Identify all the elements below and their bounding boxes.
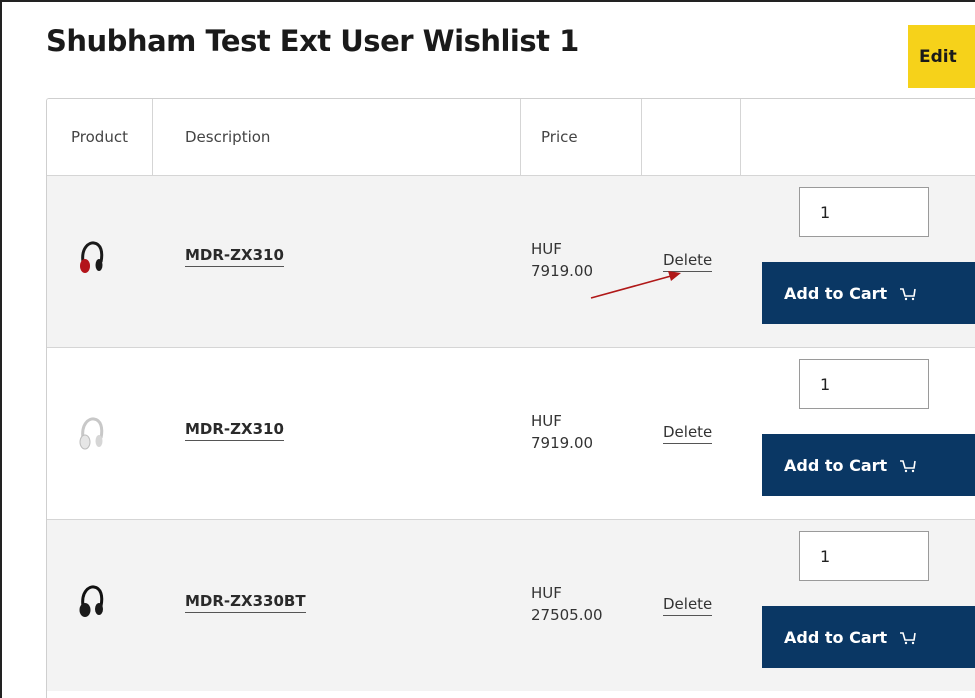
wishlist-table: Product Description Price MDR-ZX310 HUF …: [46, 98, 975, 698]
delete-link[interactable]: Delete: [663, 595, 713, 616]
add-to-cart-label: Add to Cart: [784, 283, 888, 303]
edit-button[interactable]: Edit: [908, 25, 975, 88]
table-row: MDR-ZX310 HUF 7919.00 Delete Add to Cart: [47, 176, 975, 348]
price-cell: HUF 27505.00: [531, 582, 603, 626]
table-row: MDR-ZX310 HUF 7919.00 Delete Add to Cart: [47, 348, 975, 520]
page-title: Shubham Test Ext User Wishlist 1: [46, 24, 579, 58]
product-name-link[interactable]: MDR-ZX310: [185, 420, 284, 441]
price-cell: HUF 7919.00: [531, 238, 593, 282]
header-actions: [641, 99, 740, 175]
header-product: Product: [71, 128, 128, 146]
header-description: Description: [185, 128, 271, 146]
product-name-link[interactable]: MDR-ZX330BT: [185, 592, 306, 613]
price-amount: 27505.00: [531, 606, 603, 624]
price-currency: HUF: [531, 240, 562, 258]
add-to-cart-button[interactable]: Add to Cart: [762, 606, 975, 668]
delete-link[interactable]: Delete: [663, 251, 713, 272]
add-to-cart-button[interactable]: Add to Cart: [762, 262, 975, 324]
product-name-link[interactable]: MDR-ZX310: [185, 246, 284, 267]
headphones-white-icon: [79, 417, 104, 450]
header-divider: [520, 99, 521, 175]
add-to-cart-label: Add to Cart: [784, 627, 888, 647]
header-cart: [741, 99, 975, 175]
header-price: Price: [541, 128, 578, 146]
delete-link[interactable]: Delete: [663, 423, 713, 444]
price-amount: 7919.00: [531, 262, 594, 280]
quantity-input[interactable]: [799, 187, 929, 237]
header-divider: [152, 99, 153, 175]
price-currency: HUF: [531, 412, 562, 430]
quantity-input[interactable]: [799, 359, 929, 409]
price-currency: HUF: [531, 584, 562, 602]
cart-icon: [899, 460, 916, 473]
headphones-red-icon: [80, 241, 104, 273]
cart-icon: [899, 288, 916, 301]
price-amount: 7919.00: [531, 434, 594, 452]
next-row-partial: [47, 691, 975, 698]
cart-icon: [899, 632, 916, 645]
table-header: Product Description Price: [47, 99, 975, 176]
add-to-cart-label: Add to Cart: [784, 455, 888, 475]
quantity-input[interactable]: [799, 531, 929, 581]
add-to-cart-button[interactable]: Add to Cart: [762, 434, 975, 496]
table-row: MDR-ZX330BT HUF 27505.00 Delete Add to C…: [47, 520, 975, 692]
price-cell: HUF 7919.00: [531, 410, 593, 454]
headphones-black-icon: [79, 585, 104, 617]
